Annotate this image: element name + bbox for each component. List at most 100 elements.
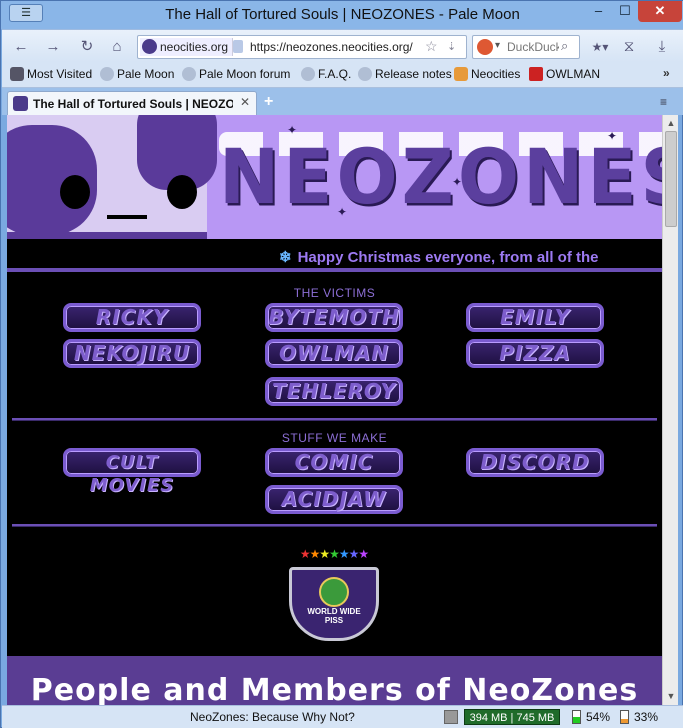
identity-label: neocities.org xyxy=(160,40,229,54)
globe-icon xyxy=(182,67,196,81)
url-bar[interactable]: neocities.org https://neozones.neocities… xyxy=(137,35,467,59)
forward-icon[interactable]: → xyxy=(42,36,64,58)
url-text[interactable]: https://neozones.neocities.org/ xyxy=(250,40,413,54)
panda-mascot-image xyxy=(7,115,217,239)
victims-section-title: THE VICTIMS xyxy=(293,286,376,300)
reload-icon[interactable]: ↻ xyxy=(76,36,98,58)
cpu-value: 54% xyxy=(586,710,611,724)
cpu-usage-2: 33% xyxy=(620,710,658,724)
navigation-toolbar: ← → ↻ ⌂ neocities.org https://neozones.n… xyxy=(2,29,683,62)
victim-link-ricky[interactable]: RICKY xyxy=(63,303,201,332)
site-logo: NEOZONES xyxy=(219,132,662,222)
badge-text: WORLD WIDE PISS xyxy=(307,607,361,625)
sparkle-icon: ✦ xyxy=(607,129,618,143)
world-wide-piss-badge[interactable]: ★★★★★★★ WORLD WIDE PISS xyxy=(289,547,379,643)
tab-strip: The Hall of Tortured Souls | NEOZONES ✕ … xyxy=(2,88,683,115)
neocities-favicon-icon xyxy=(142,39,157,54)
site-identity[interactable]: neocities.org xyxy=(140,38,234,56)
vertical-scrollbar[interactable]: ▲ ▼ xyxy=(662,115,678,705)
status-text: NeoZones: Because Why Not? xyxy=(190,710,355,724)
members-section: People and Members of NeoZones xyxy=(7,656,662,705)
url-dropdown-icon[interactable]: ⇣ xyxy=(447,40,456,53)
victim-link-bytemoth[interactable]: BYTEMOTH xyxy=(265,303,403,332)
home-icon[interactable]: ⌂ xyxy=(106,36,128,58)
neocities-favicon-icon xyxy=(13,96,28,111)
tab-list-icon[interactable]: ≡ xyxy=(660,95,667,109)
bookmark-faq[interactable]: F.A.Q. xyxy=(301,67,351,81)
download-icon[interactable]: ⤓ xyxy=(651,36,673,58)
stuff-section-title: STUFF WE MAKE xyxy=(281,431,388,445)
bookmark-pale-moon-forum[interactable]: Pale Moon forum xyxy=(182,67,290,81)
bookmark-label: OWLMAN xyxy=(546,67,600,81)
marquee-message: Happy Christmas everyone, from all of th… xyxy=(297,249,599,266)
stuff-link-acidjaw[interactable]: ACIDJAW xyxy=(265,485,403,514)
memory-usage: 394 MB | 745 MB xyxy=(464,709,560,725)
bookmark-neocities[interactable]: Neocities xyxy=(454,67,520,81)
close-button[interactable]: ✕ xyxy=(638,1,682,22)
bookmark-pale-moon[interactable]: Pale Moon xyxy=(100,67,174,81)
globe-icon xyxy=(100,67,114,81)
cpu-value: 33% xyxy=(634,710,659,724)
victim-link-owlman[interactable]: OWLMAN xyxy=(265,339,403,368)
section-divider xyxy=(12,418,657,421)
globe-icon xyxy=(301,67,315,81)
stuff-link-comic[interactable]: COMIC xyxy=(265,448,403,477)
sparkle-icon: ✦ xyxy=(337,205,348,219)
victim-link-pizza[interactable]: PIZZA xyxy=(466,339,604,368)
sparkle-icon: ✦ xyxy=(287,123,298,137)
close-tab-icon[interactable]: ✕ xyxy=(240,95,250,109)
bookmark-label: F.A.Q. xyxy=(318,67,352,81)
bookmark-star-icon[interactable]: ☆ xyxy=(425,38,438,55)
page-content: NEOZONES ✦ ✦ ✦ ✦ ❄ Happy Christmas everyo… xyxy=(7,115,662,705)
bookmark-label: Pale Moon xyxy=(117,67,175,81)
victim-link-nekojiru[interactable]: NEKOJIRU xyxy=(63,339,201,368)
search-engine-dropdown-icon[interactable]: ▾ xyxy=(495,40,500,51)
scrollbar-thumb[interactable] xyxy=(665,131,677,227)
bookmark-label: Release notes xyxy=(375,67,452,81)
announcement-marquee: ❄ Happy Christmas everyone, from all of t… xyxy=(7,239,662,272)
bookmark-release-notes[interactable]: Release notes xyxy=(358,67,452,81)
section-divider xyxy=(12,524,657,527)
cpu-bar-icon xyxy=(572,710,581,724)
memory-icon xyxy=(444,710,458,724)
bookmarks-overflow-icon[interactable]: » xyxy=(663,66,670,80)
cpu-usage-1: 54% xyxy=(572,710,610,724)
scroll-down-icon[interactable]: ▼ xyxy=(664,689,678,703)
stuff-link-cult-movies[interactable]: CULT MOVIES xyxy=(63,448,201,496)
victim-link-emily[interactable]: EMILY xyxy=(466,303,604,332)
search-input[interactable]: DuckDuckGo xyxy=(507,40,559,54)
search-bar[interactable]: ▾ DuckDuckGo ⌕ xyxy=(472,35,580,59)
bookmarks-menu-icon[interactable]: ★▾ xyxy=(585,36,615,58)
bookmarks-toolbar: Most Visited Pale Moon Pale Moon forum F… xyxy=(2,62,683,88)
tab-label: The Hall of Tortured Souls | NEOZONES xyxy=(33,97,233,111)
search-go-icon[interactable]: ⌕ xyxy=(561,38,568,54)
bookmark-most-visited[interactable]: Most Visited xyxy=(10,67,92,81)
window-title: The Hall of Tortured Souls | NEOZONES - … xyxy=(165,6,520,23)
owl-icon xyxy=(529,67,543,81)
site-banner: NEOZONES ✦ ✦ ✦ ✦ xyxy=(7,115,662,239)
marquee-text: ❄ Happy Christmas everyone, from all of t… xyxy=(279,248,599,266)
minimize-button[interactable]: – xyxy=(585,1,612,22)
stuff-link-discord[interactable]: DISCORD xyxy=(466,448,604,477)
new-tab-button[interactable]: + xyxy=(264,93,273,111)
status-bar: NeoZones: Because Why Not? 394 MB | 745 … xyxy=(2,705,683,728)
duckduckgo-icon[interactable] xyxy=(477,39,493,55)
maximize-button[interactable]: ☐ xyxy=(612,1,638,22)
browser-window: ☰ The Hall of Tortured Souls | NEOZONES … xyxy=(0,0,683,728)
back-icon[interactable]: ← xyxy=(10,36,32,58)
history-icon[interactable]: ⧖ xyxy=(618,36,640,58)
cat-icon xyxy=(454,67,468,81)
globe-icon xyxy=(319,577,349,607)
title-bar: ☰ The Hall of Tortured Souls | NEOZONES … xyxy=(1,1,683,29)
tab-active[interactable]: The Hall of Tortured Souls | NEOZONES ✕ xyxy=(7,91,257,115)
bookmark-label: Pale Moon forum xyxy=(199,67,291,81)
bookmark-owlman[interactable]: OWLMAN xyxy=(529,67,600,81)
scroll-up-icon[interactable]: ▲ xyxy=(664,116,678,130)
members-heading: People and Members of NeoZones xyxy=(30,673,639,705)
rainbow-stars-icon: ★★★★★★★ xyxy=(299,547,369,561)
victim-link-tehleroy[interactable]: TEHLEROY xyxy=(265,377,403,406)
cpu-bar-icon xyxy=(620,710,629,724)
globe-icon xyxy=(358,67,372,81)
sparkle-icon: ✦ xyxy=(452,175,463,189)
bookmark-label: Most Visited xyxy=(27,67,93,81)
